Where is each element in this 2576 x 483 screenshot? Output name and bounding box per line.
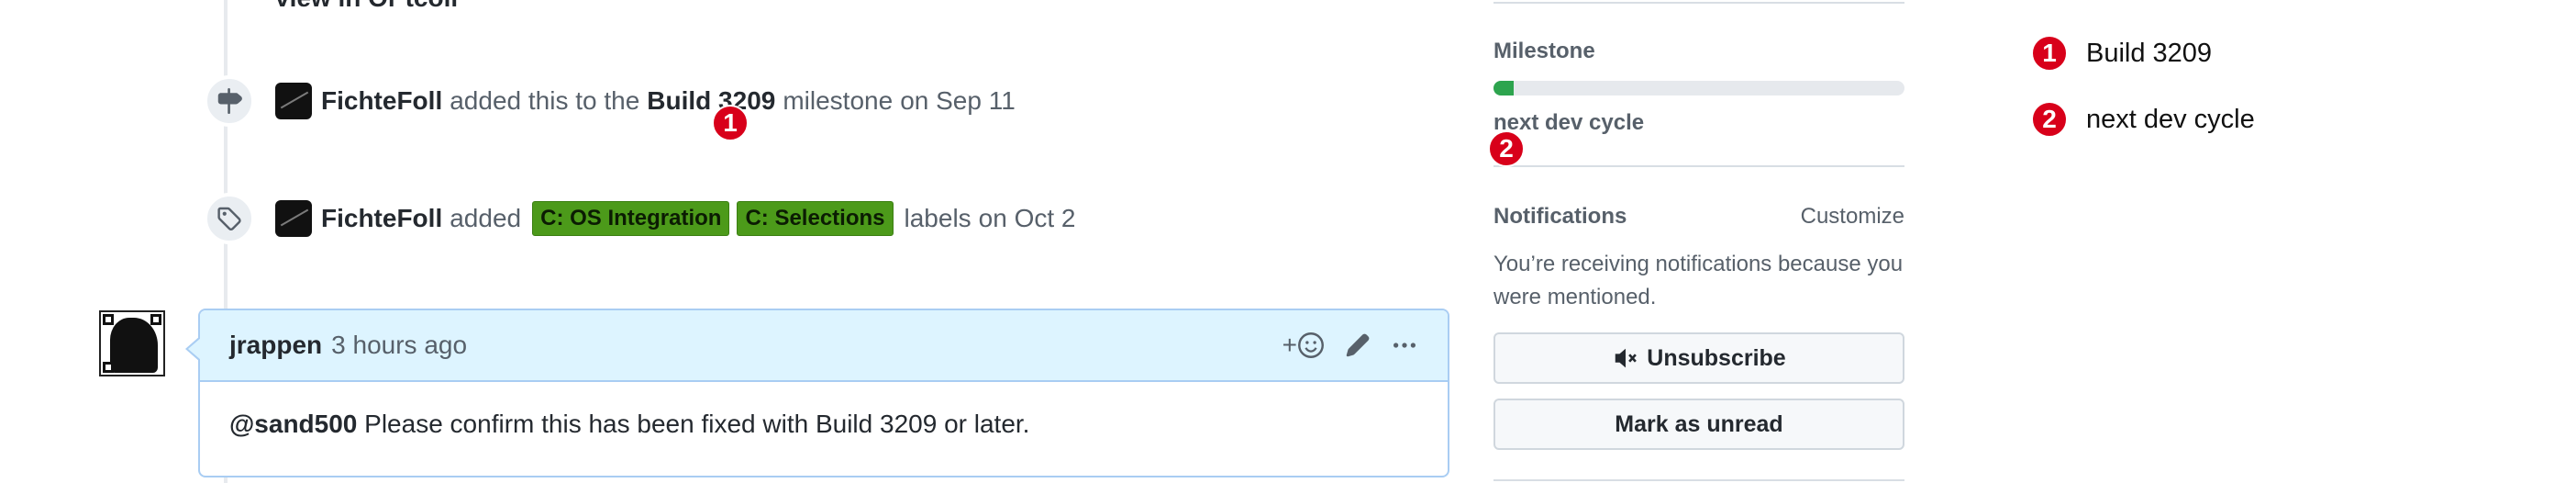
pencil-icon[interactable] — [1345, 332, 1371, 358]
unsubscribe-label: Unsubscribe — [1647, 344, 1786, 371]
legend-label: Build 3209 — [2086, 38, 2213, 68]
mark-unread-button[interactable]: Mark as unread — [1493, 399, 1904, 450]
comment: jrappen 3 hours ago + @sand500 Please co… — [185, 309, 1449, 477]
comment-header: jrappen 3 hours ago + — [200, 310, 1448, 382]
label-os-integration[interactable]: C: OS Integration — [532, 201, 730, 236]
milestone-icon — [204, 75, 255, 127]
cut-off-text: view in Or tcoll — [275, 0, 458, 13]
notifications-heading: Notifications — [1493, 204, 1627, 229]
smiley-icon — [1298, 332, 1324, 358]
unsubscribe-button[interactable]: Unsubscribe — [1493, 332, 1904, 384]
milestone-progress — [1493, 81, 1904, 95]
actor-link[interactable]: FichteFoll — [321, 86, 442, 116]
timeline-event-milestone: FichteFoll added this to the Build 3209 … — [204, 73, 1016, 129]
milestone-heading[interactable]: Milestone — [1493, 39, 1595, 64]
event-verb: added this to the — [450, 86, 640, 115]
comment-text: Please confirm this has been fixed with … — [364, 410, 1030, 438]
tag-icon — [204, 193, 255, 244]
milestone-name[interactable]: next dev cycle — [1493, 110, 1644, 136]
comment-actions: + — [1282, 331, 1418, 360]
legend-label: next dev cycle — [2086, 104, 2255, 134]
divider — [1493, 2, 1904, 4]
comment-body: @sand500 Please confirm this has been fi… — [200, 382, 1448, 466]
qr-corner — [103, 362, 114, 373]
milestone-progress-fill — [1493, 81, 1515, 95]
add-reaction-button[interactable]: + — [1282, 331, 1325, 360]
event-noun: milestone — [783, 86, 894, 115]
avatar[interactable] — [275, 200, 312, 237]
avatar[interactable] — [275, 83, 312, 119]
event-text: FichteFoll added this to the Build 3209 … — [321, 86, 1016, 116]
comment-author[interactable]: jrappen — [229, 331, 322, 360]
divider — [1493, 479, 1904, 481]
qr-corner — [150, 314, 161, 325]
knight-icon — [110, 318, 158, 373]
notifications-info: You’re receiving notifications because y… — [1493, 252, 1904, 309]
qr-corner — [103, 314, 114, 325]
mute-icon — [1616, 348, 1638, 368]
marker-1: 1 — [712, 105, 749, 141]
comment-time[interactable]: 3 hours ago — [331, 331, 467, 360]
timeline-event-labels: FichteFoll added C: OS Integration C: Se… — [204, 191, 1076, 246]
user-mention[interactable]: @sand500 — [229, 410, 357, 438]
event-noun: labels — [904, 204, 972, 232]
kebab-horizontal-icon[interactable] — [1391, 331, 1418, 359]
legend-marker: 1 — [2031, 35, 2068, 72]
event-time[interactable]: on Oct 2 — [979, 204, 1076, 233]
marker-2: 2 — [1488, 130, 1525, 167]
event-verb: added — [450, 204, 522, 232]
commenter-avatar[interactable] — [99, 310, 165, 376]
event-time[interactable]: on Sep 11 — [900, 86, 1016, 116]
legend-marker: 2 — [2031, 101, 2068, 138]
event-text: FichteFoll added C: OS Integration C: Se… — [321, 201, 1076, 236]
actor-link[interactable]: FichteFoll — [321, 204, 442, 233]
customize-link[interactable]: Customize — [1801, 204, 1904, 230]
divider — [1493, 165, 1904, 167]
milestone-link[interactable]: Build 3209 — [647, 86, 775, 116]
legend-item-1: 1 Build 3209 — [2031, 35, 2212, 72]
legend-item-2: 2 next dev cycle — [2031, 101, 2255, 138]
label-selections[interactable]: C: Selections — [737, 201, 894, 236]
plus-text: + — [1282, 331, 1297, 359]
